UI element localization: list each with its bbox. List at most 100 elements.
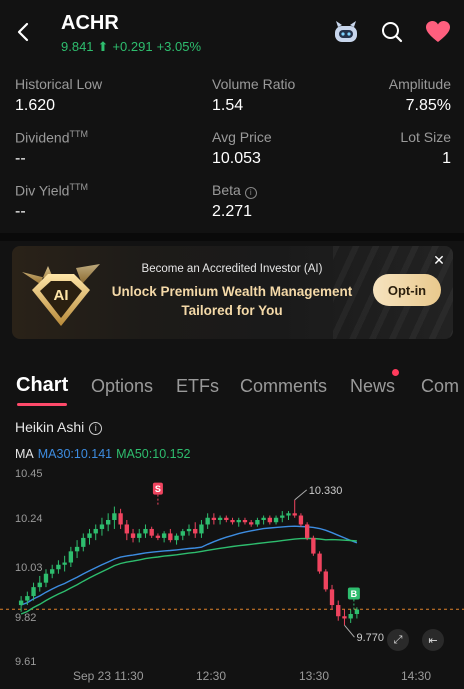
tab-etfs[interactable]: ETFs	[176, 376, 219, 397]
info-icon[interactable]: i	[89, 422, 103, 435]
buy-marker-label: B	[351, 589, 358, 599]
candle-body	[298, 515, 304, 525]
candle-body	[224, 517, 229, 520]
candle-body	[230, 520, 235, 523]
chart-type-label[interactable]: Heikin Ashi i	[15, 419, 103, 435]
candle-body	[18, 600, 24, 606]
candle-body	[93, 528, 98, 534]
stat-value-dividend: --	[15, 150, 26, 167]
candle-body	[68, 551, 74, 563]
stat-value-historical-low: 1.620	[15, 97, 56, 114]
tab-comments[interactable]: Comments	[240, 376, 327, 397]
candle-body	[130, 533, 136, 538]
stat-label-div-yield: Div YieldTTM	[15, 182, 88, 199]
candle-body	[143, 528, 148, 534]
candle-body	[31, 587, 36, 597]
candle-body	[342, 616, 347, 619]
ma50-line	[20, 537, 357, 615]
ma50-value: MA50:10.152	[116, 447, 191, 461]
header-bar: ACHR 9.841 ⬆ +0.291 +3.05%	[0, 0, 464, 62]
x-tick: 14:30	[401, 669, 432, 683]
y-tick: 10.03	[15, 562, 43, 574]
candle-body	[236, 520, 241, 523]
ticker-symbol: ACHR	[61, 12, 119, 34]
y-tick: 10.45	[15, 468, 43, 480]
tab-community[interactable]: Com	[421, 376, 459, 397]
tab-news[interactable]: News	[350, 376, 395, 397]
stat-value-avg-price: 10.053	[212, 150, 261, 167]
candle-body	[43, 573, 49, 583]
candle-body	[273, 517, 279, 523]
x-tick: 12:30	[196, 669, 227, 683]
candle-body	[74, 546, 80, 552]
price-change-pct: +3.05%	[156, 39, 202, 54]
y-tick: 10.24	[15, 513, 43, 525]
close-icon[interactable]: ✕	[431, 252, 447, 268]
candle-body	[199, 524, 204, 534]
candle-body	[105, 520, 111, 525]
candle-body	[280, 515, 285, 518]
expand-chart-button[interactable]: ⤢	[387, 629, 409, 651]
price-chart[interactable]: 10.330 9.770 S B	[0, 465, 464, 689]
candle-body	[56, 564, 61, 570]
candle-body	[124, 524, 129, 534]
candle-body	[261, 517, 266, 520]
stat-label-beta: Beta i	[212, 182, 257, 199]
candle-body	[211, 517, 217, 520]
ai-badge-icon: AI	[18, 254, 104, 332]
sell-marker-label: S	[155, 484, 161, 494]
heart-icon[interactable]	[424, 18, 452, 46]
candle-body	[112, 513, 117, 520]
low-annotation-line	[344, 624, 355, 638]
stat-value-div-yield: --	[15, 203, 26, 220]
candle-body	[186, 528, 192, 532]
candle-body	[205, 517, 210, 525]
candle-body	[155, 535, 161, 538]
candle-body	[193, 528, 198, 534]
candle-body	[255, 520, 260, 525]
search-icon[interactable]	[378, 18, 406, 46]
promo-banner[interactable]: AI Become an Accredited Investor (AI) Un…	[12, 246, 453, 339]
active-tab-indicator	[17, 403, 67, 406]
candle-body	[180, 531, 185, 536]
header-actions	[332, 18, 452, 46]
candle-body	[292, 513, 297, 516]
ai-badge-text: AI	[54, 287, 69, 304]
info-icon[interactable]: i	[244, 187, 257, 199]
robot-icon[interactable]	[332, 18, 360, 46]
stat-label-avg-price: Avg Price	[212, 129, 272, 145]
stat-value-lot-size: 1	[442, 150, 451, 167]
banner-title-line2: Tailored for You	[181, 303, 283, 318]
news-notification-dot	[392, 369, 399, 376]
banner-subtitle: Become an Accredited Investor (AI)	[141, 263, 323, 275]
candle-body	[242, 520, 248, 523]
candle-body	[336, 605, 341, 617]
candle-body	[249, 522, 254, 525]
stat-label-lot-size: Lot Size	[400, 129, 451, 145]
stat-value-volume-ratio: 1.54	[212, 97, 244, 114]
y-tick: 9.61	[15, 656, 37, 668]
low-annotation: 9.770	[356, 632, 384, 644]
back-icon[interactable]	[12, 20, 36, 44]
candle-body	[118, 513, 123, 525]
opt-in-button[interactable]: Opt-in	[373, 274, 441, 306]
section-divider	[0, 233, 464, 241]
candle-body	[304, 524, 310, 538]
candle-body	[37, 582, 42, 588]
candle-body	[149, 528, 154, 536]
high-annotation-line	[294, 489, 308, 501]
ma-label: MA	[15, 447, 34, 461]
x-tick: 13:30	[299, 669, 330, 683]
candle-body	[87, 533, 92, 538]
price-change: +0.291	[112, 39, 153, 54]
candle-body	[323, 571, 328, 590]
collapse-chart-button[interactable]: ⇤	[422, 629, 444, 651]
x-tick: Sep 23 11:30	[73, 669, 144, 683]
stat-label-volume-ratio: Volume Ratio	[212, 76, 296, 92]
candle-body	[217, 517, 223, 520]
candle-body	[62, 562, 67, 565]
tab-options[interactable]: Options	[91, 376, 153, 397]
banner-title-line1: Unlock Premium Wealth Management	[111, 284, 353, 299]
candle-body	[311, 537, 316, 554]
tab-chart[interactable]: Chart	[16, 374, 68, 397]
